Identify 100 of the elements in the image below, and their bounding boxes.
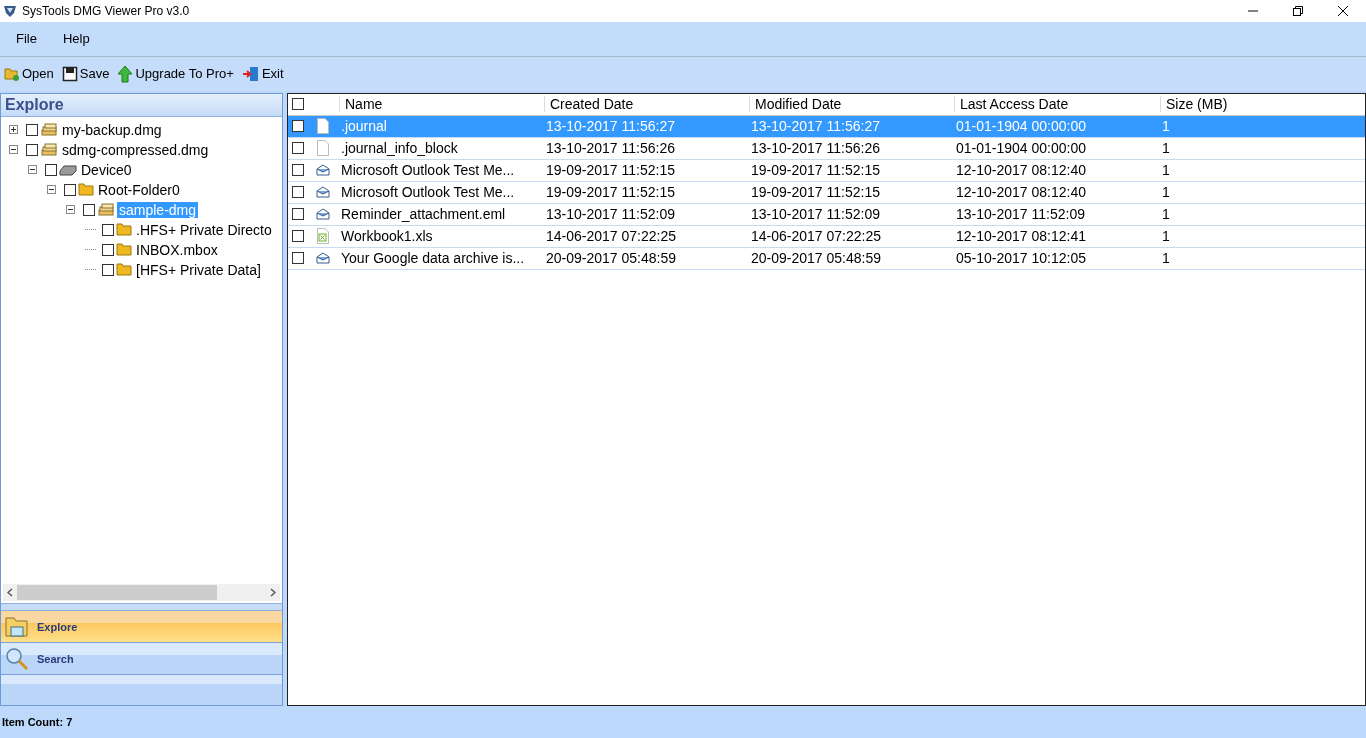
table-cell-text: 19-09-2017 11:52:15 xyxy=(545,184,676,201)
table-row[interactable]: Workbook1.xls 14-06-2017 07:22:25 14-06-2017 07:22:25 12-10-2017 08:12:41 1 xyxy=(288,225,1365,248)
table-cell-text: 01-01-1904 00:00:00 xyxy=(955,118,1087,135)
table-cell-text: .journal xyxy=(340,118,388,135)
toolbar-button[interactable]: Upgrade To Pro+ xyxy=(115,63,236,84)
checkbox[interactable] xyxy=(292,164,304,177)
table-row[interactable]: Microsoft Outlook Test Me... 19-09-2017 11:52:15 19-09-2017 11:52:15 12-10-2017 08:12:40 1 xyxy=(288,159,1365,182)
table-cell-text: Microsoft Outlook Test Me... xyxy=(340,184,516,201)
table-cell-text: 12-10-2017 08:12:41 xyxy=(955,228,1087,245)
checkbox[interactable] xyxy=(102,223,114,236)
column-header[interactable]: Last Access Date xyxy=(954,96,1160,113)
checkbox[interactable] xyxy=(292,230,304,243)
drive-icon xyxy=(59,163,77,176)
envelope-icon xyxy=(316,186,330,199)
checkbox[interactable] xyxy=(45,163,57,176)
nav-button[interactable]: Explore xyxy=(1,611,282,644)
table-cell-text: 13-10-2017 11:52:09 xyxy=(545,206,676,223)
table-cell-text: 13-10-2017 11:52:09 xyxy=(955,206,1086,223)
horizontal-scrollbar[interactable] xyxy=(3,584,280,602)
table-row[interactable]: .journal_info_block 13-10-2017 11:56:26 13-10-2017 11:56:26 01-01-1904 00:00:00 1 xyxy=(288,137,1365,160)
table-cell-text: .journal_info_block xyxy=(340,140,459,157)
menu-item[interactable]: Help xyxy=(54,29,98,49)
checkbox[interactable] xyxy=(292,98,304,111)
table-row[interactable]: Reminder_attachment.eml 13-10-2017 11:52:09 13-10-2017 11:52:09 13-10-2017 11:52:09 1 xyxy=(288,203,1365,226)
table-cell-text: 1 xyxy=(1161,140,1171,157)
collapse-icon[interactable] xyxy=(66,205,75,215)
table-cell-text: 05-10-2017 10:12:05 xyxy=(955,250,1087,267)
tree-item[interactable]: sdmg-compressed.dmg xyxy=(60,141,211,158)
table-cell-text: 19-09-2017 11:52:15 xyxy=(750,184,881,201)
table-cell-text: 20-09-2017 05:48:59 xyxy=(750,250,882,267)
nav-button[interactable]: Search xyxy=(1,643,282,676)
table-cell-text: 1 xyxy=(1161,184,1171,201)
stacked-disks-icon xyxy=(40,122,58,137)
folder-icon xyxy=(116,243,132,257)
restore-icon[interactable] xyxy=(1292,5,1304,17)
checkbox[interactable] xyxy=(292,208,304,221)
toolbar-button[interactable]: Save xyxy=(59,64,112,83)
table-cell-text: 12-10-2017 08:12:40 xyxy=(955,184,1087,201)
folder-icon xyxy=(4,65,20,82)
folder-icon xyxy=(5,615,29,638)
table-cell-text: 1 xyxy=(1161,206,1171,223)
collapse-icon[interactable] xyxy=(28,165,37,175)
checkbox[interactable] xyxy=(102,263,114,276)
checkbox[interactable] xyxy=(26,143,38,156)
search-icon xyxy=(5,646,29,671)
column-header[interactable]: Created Date xyxy=(544,96,749,113)
table-cell-text: 19-09-2017 11:52:15 xyxy=(750,162,881,179)
toolbar-button[interactable]: Exit xyxy=(239,64,286,83)
checkbox[interactable] xyxy=(83,203,95,216)
table-cell-text: 1 xyxy=(1161,228,1171,245)
menu-item[interactable]: File xyxy=(8,29,45,49)
column-header[interactable]: Modified Date xyxy=(749,96,954,113)
table-cell-text: 13-10-2017 11:56:26 xyxy=(750,140,881,157)
collapse-icon[interactable] xyxy=(47,185,56,195)
table-cell-text: 19-09-2017 11:52:15 xyxy=(545,162,676,179)
checkbox[interactable] xyxy=(102,243,114,256)
table-cell-text: 20-09-2017 05:48:59 xyxy=(545,250,677,267)
envelope-icon xyxy=(316,208,330,221)
column-header[interactable]: Name xyxy=(339,96,544,113)
tree-item[interactable]: Device0 xyxy=(79,161,134,178)
checkbox[interactable] xyxy=(292,252,304,265)
checkbox[interactable] xyxy=(26,123,38,136)
spreadsheet-icon xyxy=(317,228,329,245)
folder-icon xyxy=(116,263,132,277)
tree-item[interactable]: my-backup.dmg xyxy=(60,121,164,138)
tree-item[interactable]: [HFS+ Private Data] xyxy=(134,261,263,278)
column-header[interactable]: Size (MB) xyxy=(1160,96,1360,113)
table-cell-text: 01-01-1904 00:00:00 xyxy=(955,140,1087,157)
scroll-right-icon[interactable] xyxy=(270,588,276,598)
table-row[interactable]: Your Google data archive is... 20-09-2017 05:48:59 20-09-2017 05:48:59 05-10-2017 10:12:05 1 xyxy=(288,247,1365,270)
checkbox[interactable] xyxy=(292,142,304,155)
close-icon[interactable] xyxy=(1337,5,1349,17)
window-title: SysTools DMG Viewer Pro v3.0 xyxy=(22,4,190,18)
envelope-icon xyxy=(316,164,330,177)
expand-icon[interactable] xyxy=(9,125,18,135)
scroll-left-icon[interactable] xyxy=(7,588,13,598)
tree-item[interactable]: INBOX.mbox xyxy=(134,241,220,258)
toolbar-button[interactable]: Open xyxy=(2,64,56,83)
tree-item[interactable]: Root-Folder0 xyxy=(96,181,182,198)
checkbox[interactable] xyxy=(292,120,304,133)
up-arrow-icon xyxy=(117,64,134,83)
table-cell-text: Microsoft Outlook Test Me... xyxy=(340,162,516,179)
folder-icon xyxy=(116,223,132,237)
stacked-disks-icon xyxy=(40,142,58,157)
collapse-icon[interactable] xyxy=(9,145,18,155)
checkbox[interactable] xyxy=(292,186,304,199)
table-cell-text: Your Google data archive is... xyxy=(340,250,526,267)
table-cell-text: 14-06-2017 07:22:25 xyxy=(545,228,677,245)
table-row[interactable]: Microsoft Outlook Test Me... 19-09-2017 11:52:15 19-09-2017 11:52:15 12-10-2017 08:12:40 1 xyxy=(288,181,1365,204)
table-cell-text: 1 xyxy=(1161,250,1171,267)
checkbox[interactable] xyxy=(64,183,76,196)
splitter-handle[interactable] xyxy=(1,603,282,612)
app-logo-icon xyxy=(3,4,17,18)
table-cell-text: Workbook1.xls xyxy=(340,228,434,245)
table-cell-text: 1 xyxy=(1161,162,1171,179)
table-cell-text: 13-10-2017 11:56:27 xyxy=(545,118,676,135)
item-count: Item Count: 7 xyxy=(2,716,73,728)
document-icon xyxy=(317,140,329,157)
tree-item[interactable]: .HFS+ Private Directo xyxy=(134,221,274,238)
table-cell-text: 13-10-2017 11:56:26 xyxy=(545,140,676,157)
